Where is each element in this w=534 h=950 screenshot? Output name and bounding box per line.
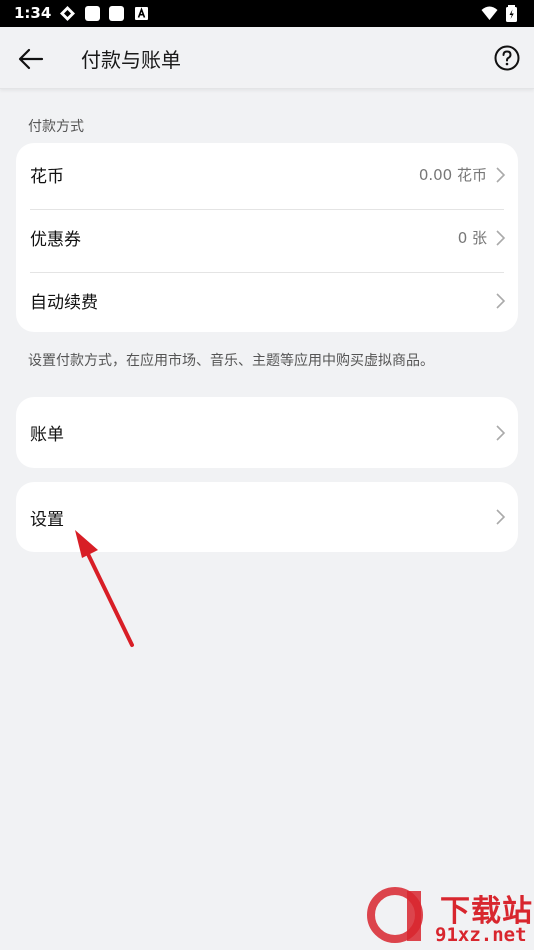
chevron-right-icon	[496, 292, 506, 309]
notification-icon	[85, 6, 100, 21]
app-header: 付款与账单	[0, 27, 534, 89]
payment-methods-card: 花币 0.00 花币 优惠券 0 张 自动续费	[16, 143, 518, 332]
list-item-value: 0.00 花币	[418, 166, 487, 184]
notification-icon	[109, 6, 124, 21]
list-item-label: 设置	[30, 509, 64, 530]
status-time: 1:34	[14, 4, 52, 22]
list-item-value: 0 张	[457, 229, 487, 247]
sync-icon	[60, 6, 75, 21]
chevron-right-icon	[496, 424, 506, 441]
chevron-right-icon	[496, 166, 506, 183]
back-arrow-icon[interactable]	[17, 45, 45, 73]
status-bar: 1:34	[0, 0, 534, 27]
list-item-huabi[interactable]: 花币 0.00 花币	[16, 143, 518, 206]
list-item-label: 账单	[30, 425, 64, 445]
bills-card[interactable]: 账单	[16, 397, 518, 468]
watermark-domain: 91xz.net	[435, 924, 527, 946]
app-a-icon	[135, 7, 148, 20]
list-item-auto-renew[interactable]: 自动续费	[16, 269, 518, 332]
chevron-right-icon	[496, 229, 506, 246]
annotation-arrow-icon	[75, 530, 134, 647]
help-icon[interactable]	[493, 44, 521, 72]
battery-icon	[506, 5, 517, 22]
list-item-bills[interactable]: 账单	[16, 397, 518, 468]
page-title: 付款与账单	[81, 48, 181, 72]
wifi-icon	[481, 6, 498, 20]
list-item-coupons[interactable]: 优惠券 0 张	[16, 206, 518, 269]
list-item-label: 优惠券	[30, 230, 81, 250]
payment-methods-hint: 设置付款方式，在应用市场、音乐、主题等应用中购买虚拟商品。	[28, 353, 434, 369]
section-label-payment-methods: 付款方式	[28, 119, 84, 135]
list-item-label: 自动续费	[30, 293, 98, 313]
chevron-right-icon	[496, 509, 506, 525]
list-item-label: 花币	[30, 167, 64, 187]
